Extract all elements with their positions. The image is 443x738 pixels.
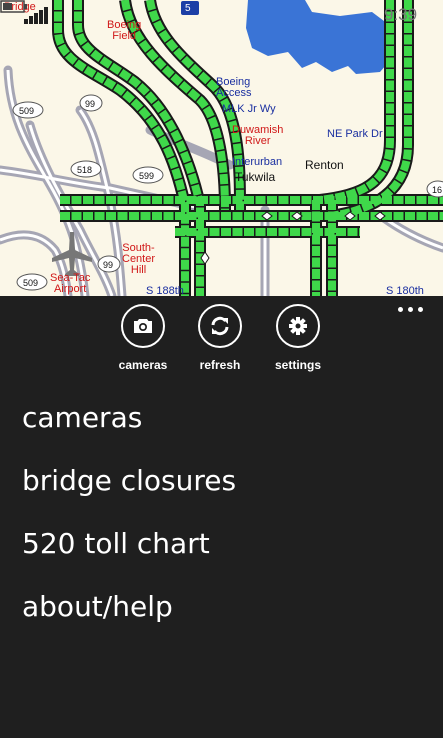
label-southcenter-hill: South- Center Hill bbox=[122, 242, 156, 276]
shield-509-b: 509 bbox=[23, 278, 39, 288]
label-boeing-access: Boeing Access bbox=[216, 76, 252, 99]
label-tukwila: Tukwila bbox=[235, 170, 276, 184]
battery-icon bbox=[0, 0, 27, 13]
label-seatac-airport: Sea-Tac Airport bbox=[50, 272, 91, 295]
more-options-button[interactable] bbox=[394, 302, 428, 316]
main-menu: cameras bridge closures 520 toll chart a… bbox=[22, 396, 236, 648]
shield-99-a: 99 bbox=[85, 99, 96, 109]
label-interurban: Interurban bbox=[232, 156, 283, 168]
label-mlk: MLK Jr Wy bbox=[222, 103, 276, 115]
app-bar: cameras refresh settings bbox=[0, 296, 443, 386]
shield-518: 518 bbox=[77, 165, 93, 175]
gear-icon bbox=[276, 304, 320, 348]
shield-99-b: 99 bbox=[103, 260, 114, 270]
menu-item-bridge-closures[interactable]: bridge closures bbox=[22, 459, 236, 522]
shield-16: 16 bbox=[432, 185, 443, 195]
refresh-app-button-label: refresh bbox=[199, 358, 241, 372]
traffic-map[interactable]: Bridge Boeing Field 5 Boeing Access MLK … bbox=[0, 0, 443, 296]
refresh-icon bbox=[198, 304, 242, 348]
camera-icon bbox=[121, 304, 165, 348]
menu-item-520-toll-chart[interactable]: 520 toll chart bbox=[22, 522, 236, 585]
status-time: 9:39 bbox=[384, 5, 418, 24]
label-s188th: S 188th bbox=[146, 285, 184, 297]
traffic-map-graphic bbox=[0, 0, 443, 296]
refresh-app-button[interactable]: refresh bbox=[183, 304, 257, 372]
cameras-app-button-label: cameras bbox=[118, 358, 168, 372]
settings-app-button[interactable]: settings bbox=[261, 304, 335, 372]
shield-599: 599 bbox=[139, 171, 155, 181]
label-duwamish-river: Duwamish River bbox=[232, 124, 284, 147]
settings-app-button-label: settings bbox=[274, 358, 321, 372]
shield-509-a: 509 bbox=[19, 106, 35, 116]
label-s180th: S 180th bbox=[386, 285, 424, 297]
status-bar: 9:39 bbox=[0, 0, 443, 28]
cameras-app-button[interactable]: cameras bbox=[106, 304, 180, 372]
label-ne-park-dr: NE Park Dr bbox=[327, 128, 383, 140]
menu-item-cameras[interactable]: cameras bbox=[22, 396, 236, 459]
label-renton: Renton bbox=[305, 158, 344, 172]
menu-item-about-help[interactable]: about/help bbox=[22, 585, 236, 648]
